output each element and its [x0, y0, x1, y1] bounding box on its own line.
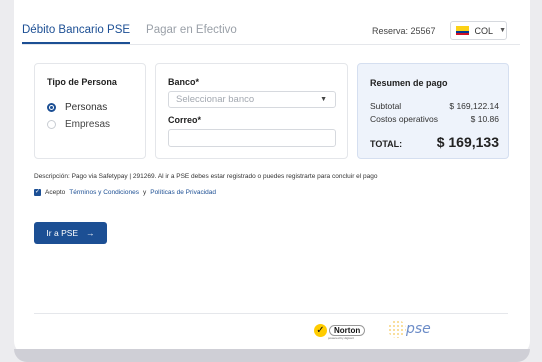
chevron-down-icon: ▼: [320, 96, 327, 103]
radio-personas-label: Personas: [65, 102, 108, 113]
costos-label: Costos operativos: [370, 114, 439, 124]
radio-empresas[interactable]: Empresas: [47, 119, 110, 130]
ir-a-pse-label: Ir a PSE: [46, 228, 79, 238]
total-label: TOTAL:: [370, 139, 403, 149]
resumen-title: Resumen de pago: [370, 78, 448, 88]
costos-value: $ 10.86: [470, 114, 499, 124]
currency-select[interactable]: COL ▼: [450, 21, 507, 40]
resumen-panel: Resumen de pago Subtotal $ 169,122.14 Co…: [357, 63, 509, 159]
costos-row: Costos operativos $ 10.86: [370, 114, 499, 124]
norton-name: Norton: [329, 325, 366, 336]
persona-panel: Tipo de Persona Personas Empresas: [34, 63, 146, 159]
footer-divider: [34, 313, 508, 314]
subtotal-value: $ 169,122.14: [449, 101, 499, 111]
radio-checked-icon: [47, 103, 56, 112]
total-value: $ 169,133: [436, 134, 499, 150]
subtotal-row: Subtotal $ 169,122.14: [370, 101, 499, 111]
tab-debito-pse[interactable]: Débito Bancario PSE: [22, 24, 131, 44]
chevron-down-icon: ▼: [499, 27, 506, 34]
pse-text: pse: [406, 321, 431, 337]
pse-logo: pse: [388, 320, 444, 340]
card-bottom-bar: [14, 349, 530, 362]
norton-check-icon: ✓: [314, 324, 327, 337]
norton-logo: ✓ Norton powered by digicert: [314, 322, 370, 340]
subtotal-label: Subtotal: [370, 101, 402, 111]
correo-input[interactable]: [168, 129, 336, 147]
banco-panel: Banco* Seleccionar banco ▼ Correo*: [155, 63, 348, 159]
arrow-right-icon: →: [86, 228, 95, 238]
terms-prefix: Acepto: [45, 189, 66, 196]
persona-title: Tipo de Persona: [47, 77, 117, 87]
norton-sub: powered by digicert: [328, 336, 355, 340]
colombia-flag-icon: [456, 26, 469, 35]
currency-code: COL: [474, 25, 494, 36]
banco-label: Banco*: [168, 77, 200, 87]
banco-select[interactable]: Seleccionar banco ▼: [168, 91, 336, 108]
terms-row: ✓ Acepto Términos y Condiciones y Políti…: [34, 189, 216, 196]
checkbox-checked-icon[interactable]: ✓: [34, 189, 41, 196]
radio-unchecked-icon: [47, 120, 56, 129]
correo-label: Correo*: [168, 115, 202, 125]
radio-personas[interactable]: Personas: [47, 102, 107, 113]
privacy-link[interactable]: Políticas de Privacidad: [150, 189, 216, 196]
banco-placeholder: Seleccionar banco: [176, 94, 255, 105]
payment-description: Descripción: Pago via Safetypay | 291269…: [34, 173, 378, 180]
radio-empresas-label: Empresas: [65, 119, 111, 130]
pse-dots-icon: [388, 320, 406, 338]
reserva-number: Reserva: 25567: [372, 26, 436, 36]
terms-connector: y: [142, 189, 147, 196]
terms-link[interactable]: Términos y Condiciones: [69, 189, 139, 196]
ir-a-pse-button[interactable]: Ir a PSE →: [34, 222, 107, 244]
total-row: TOTAL: $ 169,133: [370, 134, 499, 150]
payment-tabs: Débito Bancario PSE Pagar en Efectivo: [22, 24, 237, 44]
tab-pagar-efectivo[interactable]: Pagar en Efectivo: [146, 24, 237, 44]
header-divider: [22, 44, 520, 45]
